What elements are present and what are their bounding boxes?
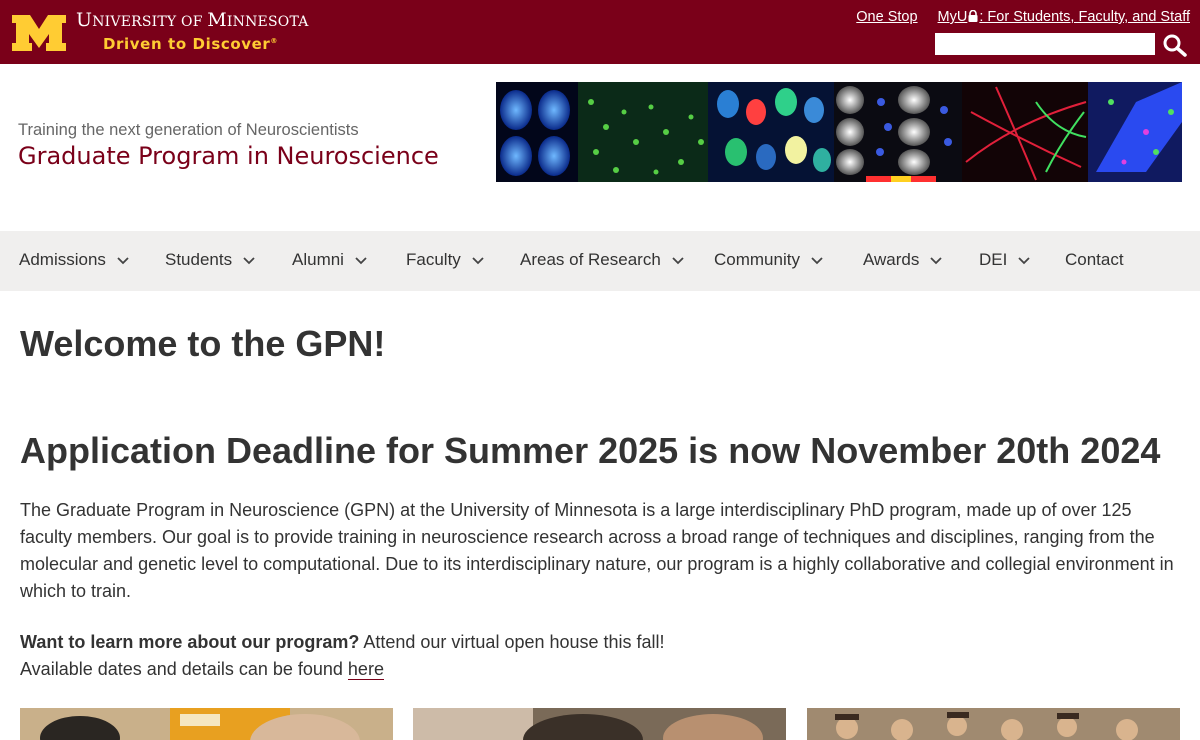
here-link[interactable]: here (347, 659, 384, 680)
page-title: Welcome to the GPN! (20, 323, 386, 364)
university-wordmark[interactable]: University of Minnesota (76, 9, 309, 31)
tagline: Driven to Discover® (103, 35, 278, 53)
myu-link[interactable]: MyU : For Students, Faculty, and Staff (938, 9, 1190, 25)
wordmark-letter: M (207, 9, 227, 31)
nav-item-label: Areas of Research (520, 250, 661, 269)
neuroscience-banner-image (496, 82, 1182, 182)
deadline-text: Application Deadline for Summer 2025 is … (20, 430, 811, 471)
open-house-paragraph: Want to learn more about our program? At… (20, 629, 1185, 683)
deadline-date: November 20th 2024 (810, 430, 1161, 471)
nav-item-label: Community (714, 250, 800, 269)
nav-item-areas-of-research[interactable]: Areas of Research (520, 231, 685, 291)
nav-item-community[interactable]: Community (714, 231, 824, 291)
open-house-question: Want to learn more about our program? (20, 632, 360, 652)
nav-item-dei[interactable]: DEI (979, 231, 1031, 291)
site-subtitle: Training the next generation of Neurosci… (18, 121, 359, 139)
chevron-down-icon (472, 256, 484, 264)
student-photo-2 (413, 708, 786, 740)
nav-item-admissions[interactable]: Admissions (19, 231, 130, 291)
chevron-down-icon (117, 256, 129, 264)
nav-item-label: DEI (979, 250, 1008, 269)
nav-item-label: Admissions (19, 250, 106, 269)
chevron-down-icon (1018, 256, 1030, 264)
student-photo-1 (20, 708, 393, 740)
lock-icon (968, 10, 978, 22)
wordmark-part: innesota (226, 14, 309, 30)
utility-links: One Stop MyU : For Students, Faculty, and … (856, 9, 1190, 25)
dates-text: Available dates and details can be found (20, 659, 348, 679)
wordmark-part: niversity of (92, 14, 208, 30)
wordmark-letter: U (76, 9, 93, 31)
chevron-down-icon (672, 256, 684, 264)
registered-mark: ® (270, 37, 279, 45)
intro-paragraph: The Graduate Program in Neuroscience (GP… (20, 500, 1174, 601)
student-photo-3 (807, 708, 1180, 740)
myu-prefix: MyU (937, 9, 968, 25)
chevron-down-icon (355, 256, 367, 264)
nav-item-label: Faculty (406, 250, 461, 269)
myu-suffix: : For Students, Faculty, and Staff (979, 9, 1190, 25)
nav-item-label: Students (165, 250, 233, 269)
tagline-text: Driven to Discover (103, 35, 271, 53)
nav-item-label: Alumni (292, 250, 344, 269)
chevron-down-icon (811, 256, 823, 264)
chevron-down-icon (930, 256, 943, 264)
site-title[interactable]: Graduate Program in Neuroscience (18, 142, 439, 170)
nav-item-label: Contact (1065, 250, 1124, 269)
chevron-down-icon (243, 256, 255, 264)
nav-item-alumni[interactable]: Alumni (292, 231, 368, 291)
nav-item-students[interactable]: Students (165, 231, 256, 291)
block-m-logo[interactable] (10, 15, 68, 51)
open-house-text: Attend our virtual open house this fall! (359, 632, 665, 652)
deadline-heading: Application Deadline for Summer 2025 is … (20, 430, 1160, 472)
nav-item-faculty[interactable]: Faculty (406, 231, 485, 291)
one-stop-link[interactable]: One Stop (856, 9, 917, 25)
nav-item-label: Awards (863, 250, 920, 269)
main-nav: Admissions Students Alumni Faculty Areas… (0, 231, 1200, 291)
nav-item-contact[interactable]: Contact (1065, 231, 1124, 291)
nav-item-awards[interactable]: Awards (863, 231, 943, 291)
search-icon[interactable] (1162, 33, 1188, 57)
search-input[interactable] (935, 33, 1155, 55)
university-header: University of Minnesota Driven to Discov… (0, 0, 1200, 64)
